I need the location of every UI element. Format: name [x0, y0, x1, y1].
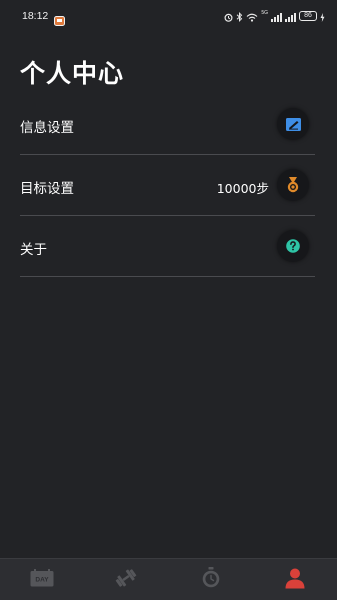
goal-steps-value: 10000步 [216, 181, 269, 196]
status-bar: 18:12 5G 86 [0, 0, 337, 36]
edit-icon[interactable] [277, 108, 309, 140]
nav-profile[interactable] [265, 560, 325, 600]
profile-icon [284, 567, 306, 593]
day-calendar-icon: DAY [30, 568, 54, 591]
settings-item-info[interactable]: 信息设置 [20, 94, 315, 155]
day-calendar-text: DAY [36, 576, 50, 583]
nav-workout[interactable] [96, 560, 156, 600]
settings-item-about[interactable]: 关于 [20, 216, 315, 277]
battery-icon: 86 [299, 11, 317, 21]
app-screen: 18:12 5G 86 个人中心 信息设置 目标设置 10000步 关于 DAY [0, 0, 337, 600]
settings-item-label: 目标设置 [20, 181, 74, 197]
network-type-label: 5G [261, 10, 268, 16]
stopwatch-icon [202, 567, 220, 592]
settings-item-goal[interactable]: 目标设置 10000步 [20, 155, 315, 216]
alarm-icon [224, 7, 233, 26]
charging-icon [320, 7, 325, 26]
bottom-nav: DAY [0, 558, 337, 600]
nav-timer[interactable] [181, 560, 241, 600]
signal-icon [285, 7, 296, 26]
dumbbell-icon [115, 567, 137, 593]
settings-item-label: 关于 [20, 242, 47, 258]
signal-icon [271, 7, 282, 26]
page-title: 个人中心 [20, 59, 125, 88]
settings-item-label: 信息设置 [20, 120, 74, 136]
help-icon[interactable] [277, 230, 309, 262]
wifi-icon [246, 7, 258, 26]
bluetooth-icon [236, 7, 243, 26]
nav-day[interactable]: DAY [12, 560, 72, 600]
status-icons: 5G 86 [224, 9, 325, 23]
notification-app-icon [54, 11, 65, 26]
settings-list: 信息设置 目标设置 10000步 关于 [20, 94, 315, 277]
status-time: 18:12 [22, 10, 49, 22]
medal-icon[interactable] [277, 169, 309, 201]
